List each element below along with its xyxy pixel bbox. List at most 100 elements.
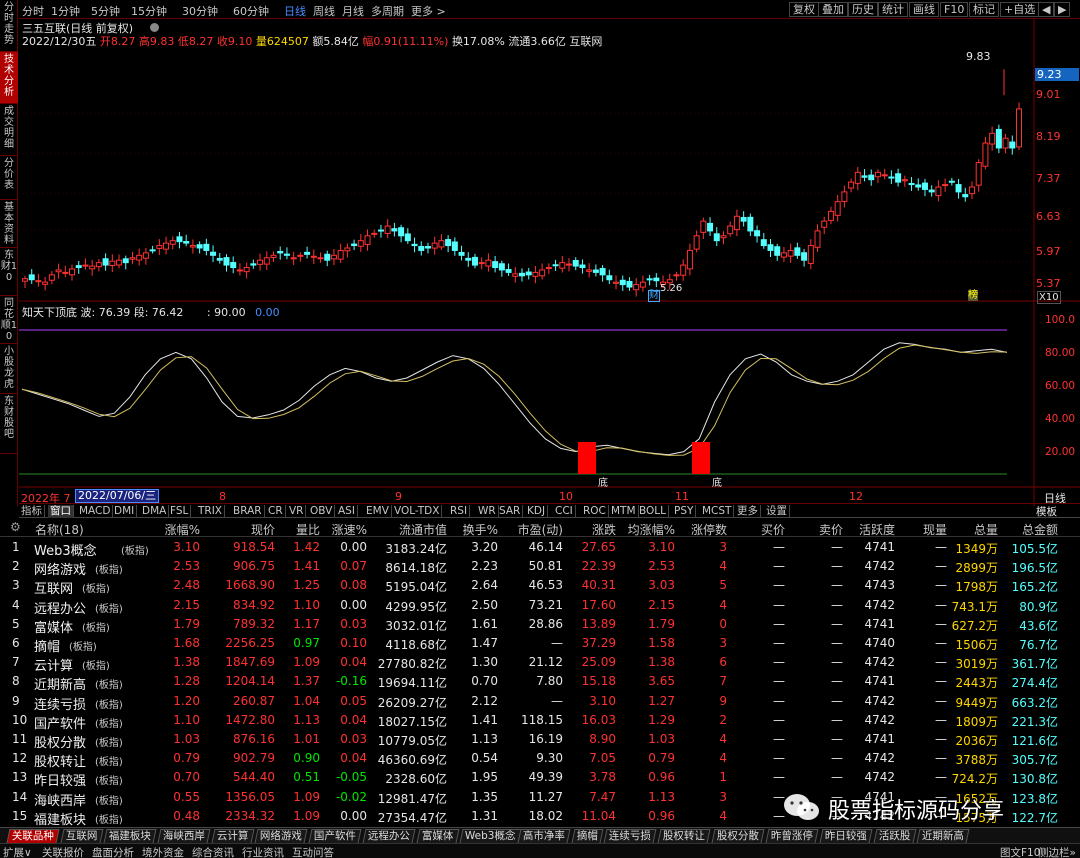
indicator-tab[interactable]: 指标 <box>19 505 45 518</box>
related-tab[interactable]: 股权转让 <box>657 829 711 843</box>
table-row[interactable]: 7 云计算 1.38 1847.69 1.09 0.04 27780.82亿 1.30 21.1… <box>0 653 1080 674</box>
related-tab[interactable]: 高市净率 <box>517 829 571 843</box>
status-link[interactable]: 境外资金 <box>142 845 184 858</box>
column-header[interactable]: 卖价 <box>819 521 843 538</box>
indicator-tab[interactable]: KDJ <box>525 505 549 518</box>
column-header[interactable]: 换手% <box>463 521 498 538</box>
indicator-tab[interactable]: BRAR <box>231 505 265 518</box>
related-tab[interactable]: 互联网 <box>60 829 103 843</box>
sector-name[interactable]: 近期新高 <box>34 674 86 693</box>
sector-name[interactable]: 互联网 <box>34 578 73 597</box>
toolbar-button[interactable]: ◀ <box>1038 2 1055 17</box>
sector-name[interactable]: 海峡西岸 <box>34 790 86 809</box>
table-row[interactable]: 8 近期新高 1.28 1204.14 1.37 -0.16 19694.11亿 0.70 7.… <box>0 672 1080 693</box>
toolbar-button[interactable]: 复权 <box>789 2 819 17</box>
indicator-tab[interactable]: 更多 <box>735 505 761 518</box>
column-header[interactable]: 市盈(动) <box>518 521 563 538</box>
sector-name[interactable]: 昨日较强 <box>34 770 86 789</box>
period-tab[interactable]: 分时 <box>22 3 44 19</box>
period-tab[interactable]: 日线 <box>284 3 306 19</box>
indicator-tab[interactable]: PSY <box>672 505 697 518</box>
related-tab[interactable]: 关联品种 <box>6 829 60 843</box>
column-header[interactable]: 总量 <box>974 521 998 538</box>
period-tab[interactable]: 多周期 <box>371 3 404 19</box>
status-link[interactable]: 综合资讯 <box>192 845 234 858</box>
sidebar-toggle[interactable]: 侧边栏» <box>1038 845 1076 858</box>
template-button[interactable]: 模板 <box>1036 504 1057 519</box>
table-row[interactable]: 4 远程办公 2.15 834.92 1.10 0.00 4299.95亿 2.50 73.21… <box>0 596 1080 617</box>
toolbar-button[interactable]: 统计 <box>878 2 908 17</box>
sidebar-tab[interactable]: 东财股吧 <box>0 394 18 454</box>
table-row[interactable]: 5 富媒体 1.79 789.32 1.17 0.03 3032.01亿 1.61 28.86 1… <box>0 615 1080 636</box>
indicator-tab[interactable]: 窗口 <box>48 505 74 518</box>
indicator-tab[interactable]: RSI <box>448 505 471 518</box>
status-link[interactable]: 盘面分析 <box>92 845 134 858</box>
related-tab[interactable]: 福建板块 <box>103 829 157 843</box>
table-row[interactable]: 9 连续亏损 1.20 260.87 1.04 0.05 26209.27亿 2.12 — 3.1… <box>0 692 1080 713</box>
sector-name[interactable]: 股权转让 <box>34 751 86 770</box>
status-link[interactable]: 关联报价 <box>42 845 84 858</box>
period-tab[interactable]: 周线 <box>313 3 335 19</box>
indicator-tab[interactable]: VR <box>287 505 307 518</box>
table-row[interactable]: 2 网络游戏 2.53 906.75 1.41 0.07 8614.18亿 2.23 50.81… <box>0 557 1080 578</box>
indicator-tab[interactable]: TRIX <box>196 505 225 518</box>
table-row[interactable]: 11 股权分散 1.03 876.16 1.01 0.03 10779.05亿 1.13 16.… <box>0 730 1080 751</box>
related-tab[interactable]: 海峡西岸 <box>157 829 211 843</box>
sidebar-tab[interactable]: 基本资料 <box>0 200 18 248</box>
sector-name[interactable]: 远程办公 <box>34 598 86 617</box>
sidebar-tab[interactable]: 分价表 <box>0 156 18 200</box>
related-tab[interactable]: 近期新高 <box>916 829 970 843</box>
indicator-tab[interactable]: ASI <box>336 505 358 518</box>
period-tab[interactable]: 60分钟 <box>233 3 269 19</box>
related-tab[interactable]: Web3概念 <box>459 829 522 843</box>
related-tab[interactable]: 活跃股 <box>873 829 916 843</box>
related-tab[interactable]: 远程办公 <box>362 829 416 843</box>
sidebar-tab[interactable]: 东财10 <box>0 248 18 296</box>
status-link[interactable]: 行业资讯 <box>242 845 284 858</box>
indicator-tab[interactable]: MCST <box>700 505 735 518</box>
indicator-tab[interactable]: ROC <box>581 505 609 518</box>
related-tab[interactable]: 昨日较强 <box>819 829 873 843</box>
indicator-tab[interactable]: WR <box>476 505 499 518</box>
column-header[interactable]: 名称(18) <box>35 521 84 538</box>
sector-name[interactable]: Web3概念 <box>34 540 97 559</box>
toolbar-button[interactable]: ▶ <box>1054 2 1071 17</box>
period-tab[interactable]: 5分钟 <box>91 3 120 19</box>
table-row[interactable]: 13 昨日较强 0.70 544.40 0.51 -0.05 2328.60亿 1.95 49.… <box>0 768 1080 789</box>
related-tab[interactable]: 股权分散 <box>711 829 765 843</box>
gear-icon[interactable]: ⚙ <box>10 520 21 534</box>
indicator-tab[interactable]: CR <box>266 505 286 518</box>
table-row[interactable]: 1 Web3概念 3.10 918.54 1.42 0.00 3183.24亿 3.20 46.… <box>0 538 1080 559</box>
sector-name[interactable]: 网络游戏 <box>34 559 86 578</box>
toolbar-button[interactable]: F10 <box>940 2 969 17</box>
kline-chart[interactable] <box>19 19 1080 506</box>
sidebar-tab[interactable]: 小股龙虎 <box>0 344 18 394</box>
indicator-tab[interactable]: MACD <box>77 505 114 518</box>
indicator-tab[interactable]: DMI <box>112 505 138 518</box>
related-tab[interactable]: 连续亏损 <box>603 829 657 843</box>
toolbar-button[interactable]: 叠加 <box>818 2 848 17</box>
sector-name[interactable]: 福建板块 <box>34 809 86 828</box>
toolbar-button[interactable]: 历史 <box>848 2 878 17</box>
related-tab[interactable]: 摘帽 <box>571 829 604 843</box>
indicator-tab[interactable]: EMV <box>364 505 392 518</box>
table-row[interactable]: 3 互联网 2.48 1668.90 1.25 0.08 5195.04亿 2.64 46.53… <box>0 576 1080 597</box>
sector-name[interactable]: 富媒体 <box>34 617 73 636</box>
sidebar-tab[interactable]: 分时走势 <box>0 0 18 52</box>
sector-name[interactable]: 国产软件 <box>34 713 86 732</box>
related-tab[interactable]: 云计算 <box>211 829 254 843</box>
related-tab[interactable]: 富媒体 <box>416 829 459 843</box>
indicator-tab[interactable]: MTM <box>609 505 639 518</box>
sector-name[interactable]: 云计算 <box>34 655 73 674</box>
zoom-x10-button[interactable]: X10 <box>1037 291 1061 304</box>
column-header[interactable]: 总金额 <box>1022 521 1058 538</box>
indicator-tab[interactable]: 设置 <box>764 505 790 518</box>
related-tab[interactable]: 昨曾涨停 <box>765 829 819 843</box>
column-header[interactable]: 涨速% <box>332 521 367 538</box>
indicator-tab[interactable]: OBV <box>308 505 336 518</box>
finance-marker-icon[interactable]: 财 <box>648 290 660 302</box>
period-tab[interactable]: 月线 <box>342 3 364 19</box>
sidebar-tab[interactable]: 技术分析 <box>0 52 18 104</box>
sector-name[interactable]: 连续亏损 <box>34 694 86 713</box>
sidebar-tab[interactable]: 同花顺10 <box>0 296 18 344</box>
